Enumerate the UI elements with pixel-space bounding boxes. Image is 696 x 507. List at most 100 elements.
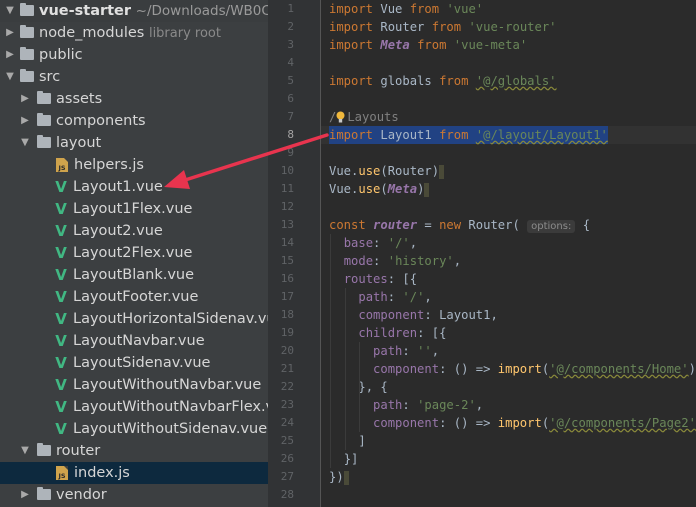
code-line-24[interactable]: component: () => import('@/components/Pa…: [321, 414, 696, 432]
lightbulb-icon[interactable]: [336, 110, 345, 123]
tree-item-helpers-js[interactable]: JS helpers.js: [0, 154, 268, 176]
identifier: Meta: [380, 38, 410, 52]
code-line-23[interactable]: path: 'page-2',: [321, 396, 696, 414]
line-number[interactable]: 7: [270, 108, 294, 126]
keyword: import: [329, 74, 374, 88]
line-number[interactable]: 17: [270, 288, 294, 306]
tree-item-label: Layout1Flex.vue: [73, 201, 193, 217]
chevron-right-icon[interactable]: ▶: [4, 44, 16, 66]
tree-item-layout2-vue[interactable]: V Layout2.vue: [0, 220, 268, 242]
line-number[interactable]: 4: [270, 54, 294, 72]
code-line-2[interactable]: import Router from 'vue-router': [321, 18, 696, 36]
tree-item-label: index.js: [74, 465, 130, 481]
parameter-hint: options:: [527, 220, 576, 233]
line-number[interactable]: 5: [270, 72, 294, 90]
code-line-15[interactable]: mode: 'history',: [321, 252, 696, 270]
code-line-11[interactable]: Vue.use(Meta): [321, 180, 696, 198]
chevron-down-icon[interactable]: ▼: [19, 440, 31, 462]
tree-item-node-modules[interactable]: ▶ node_modules library root: [0, 22, 268, 44]
code-line-19[interactable]: children: [{: [321, 324, 696, 342]
code-line-20[interactable]: path: '',: [321, 342, 696, 360]
code-line-7[interactable]: / Layouts: [321, 108, 696, 126]
chevron-right-icon[interactable]: ▶: [19, 110, 31, 132]
line-number[interactable]: 12: [270, 198, 294, 216]
tree-item-src[interactable]: ▼ src: [0, 66, 268, 88]
line-number[interactable]: 16: [270, 270, 294, 288]
punctuation: : [{: [387, 272, 418, 286]
code-line-1[interactable]: import Vue from 'vue': [321, 0, 696, 18]
line-number[interactable]: 22: [270, 378, 294, 396]
code-line-3[interactable]: import Meta from 'vue-meta': [321, 36, 696, 54]
line-number[interactable]: 1: [270, 0, 294, 18]
chevron-right-icon[interactable]: ▶: [19, 88, 31, 110]
line-number[interactable]: 3: [270, 36, 294, 54]
code-line-21[interactable]: component: () => import('@/components/Ho…: [321, 360, 696, 378]
line-number-gutter[interactable]: 1 2 3 4 5 6 7 8 9 10 11 12 13 14 15 16 17 18 19 20 21 22 23 24 2…: [268, 0, 320, 507]
tree-item-layoutsidenav-vue[interactable]: V LayoutSidenav.vue: [0, 352, 268, 374]
line-number[interactable]: 10: [270, 162, 294, 180]
code-line-13[interactable]: const router = new Router( options: {: [321, 216, 696, 234]
chevron-right-icon[interactable]: ▶: [4, 22, 16, 44]
tree-item-vendor[interactable]: ▶ vendor: [0, 484, 268, 506]
code-line-18[interactable]: component: Layout1,: [321, 306, 696, 324]
tree-item-layout1flex-vue[interactable]: V Layout1Flex.vue: [0, 198, 268, 220]
tree-item-public[interactable]: ▶ public: [0, 44, 268, 66]
code-line-27[interactable]: }): [321, 468, 696, 486]
tree-item-layout[interactable]: ▼ layout: [0, 132, 268, 154]
line-number[interactable]: 20: [270, 342, 294, 360]
chevron-down-icon[interactable]: ▼: [4, 66, 16, 88]
tree-item-layout1-vue[interactable]: V Layout1.vue: [0, 176, 268, 198]
tree-item-layoutfooter-vue[interactable]: V LayoutFooter.vue: [0, 286, 268, 308]
tree-item-layoutwithoutsidenav-vue[interactable]: V LayoutWithoutSidenav.vue: [0, 418, 268, 440]
folder-icon: [20, 47, 34, 60]
tree-item-assets[interactable]: ▶ assets: [0, 88, 268, 110]
tree-item-components[interactable]: ▶ components: [0, 110, 268, 132]
tree-item-index-js[interactable]: JS index.js: [0, 462, 268, 484]
tree-item-layouthorizontalsidenav-vue[interactable]: V LayoutHorizontalSidenav.vue: [0, 308, 268, 330]
code-editor[interactable]: import Vue from 'vue' import Router from…: [321, 0, 696, 507]
line-number[interactable]: 15: [270, 252, 294, 270]
tree-item-router[interactable]: ▼ router: [0, 440, 268, 462]
line-number[interactable]: 19: [270, 324, 294, 342]
line-number[interactable]: 23: [270, 396, 294, 414]
code-line-16[interactable]: routes: [{: [321, 270, 696, 288]
line-number[interactable]: 25: [270, 432, 294, 450]
line-number[interactable]: 18: [270, 306, 294, 324]
chevron-down-icon[interactable]: ▼: [19, 132, 31, 154]
vue-file-icon: V: [55, 332, 67, 350]
tree-item-layoutwithoutnavbarflex-vue[interactable]: V LayoutWithoutNavbarFlex.vue: [0, 396, 268, 418]
line-number[interactable]: 8: [270, 126, 294, 144]
tree-item-layoutnavbar-vue[interactable]: V LayoutNavbar.vue: [0, 330, 268, 352]
identifier: Router(: [461, 218, 520, 232]
line-number[interactable]: 6: [270, 90, 294, 108]
code-line-8[interactable]: import Layout1 from '@/layout/Layout1': [321, 126, 696, 144]
library-root-hint: library root: [148, 26, 221, 41]
line-number[interactable]: 2: [270, 18, 294, 36]
tree-item-layout2flex-vue[interactable]: V Layout2Flex.vue: [0, 242, 268, 264]
tree-root-row[interactable]: ▼ vue-starter ~/Downloads/WB0C668: [0, 0, 268, 22]
chevron-right-icon[interactable]: ▶: [19, 484, 31, 506]
arrow-function: () =>: [446, 416, 498, 430]
line-number[interactable]: 9: [270, 144, 294, 162]
code-line-22[interactable]: }, {: [321, 378, 696, 396]
tree-item-layoutwithoutnavbar-vue[interactable]: V LayoutWithoutNavbar.vue: [0, 374, 268, 396]
line-number[interactable]: 28: [270, 486, 294, 504]
code-line-10[interactable]: Vue.use(Router): [321, 162, 696, 180]
code-line-14[interactable]: base: '/',: [321, 234, 696, 252]
line-number[interactable]: 11: [270, 180, 294, 198]
tree-item-layoutblank-vue[interactable]: V LayoutBlank.vue: [0, 264, 268, 286]
line-number[interactable]: 27: [270, 468, 294, 486]
line-number[interactable]: 13: [270, 216, 294, 234]
code-line-25[interactable]: ]: [321, 432, 696, 450]
line-number[interactable]: 21: [270, 360, 294, 378]
vue-file-icon: V: [55, 178, 67, 196]
line-number[interactable]: 14: [270, 234, 294, 252]
code-line-17[interactable]: path: '/',: [321, 288, 696, 306]
line-number[interactable]: 26: [270, 450, 294, 468]
tree-item-label: vendor: [56, 487, 107, 503]
string-literal: '@/components/Page2': [549, 416, 696, 430]
chevron-down-icon[interactable]: ▼: [4, 0, 16, 22]
code-line-5[interactable]: import globals from '@/globals': [321, 72, 696, 90]
line-number[interactable]: 24: [270, 414, 294, 432]
code-line-26[interactable]: }]: [321, 450, 696, 468]
